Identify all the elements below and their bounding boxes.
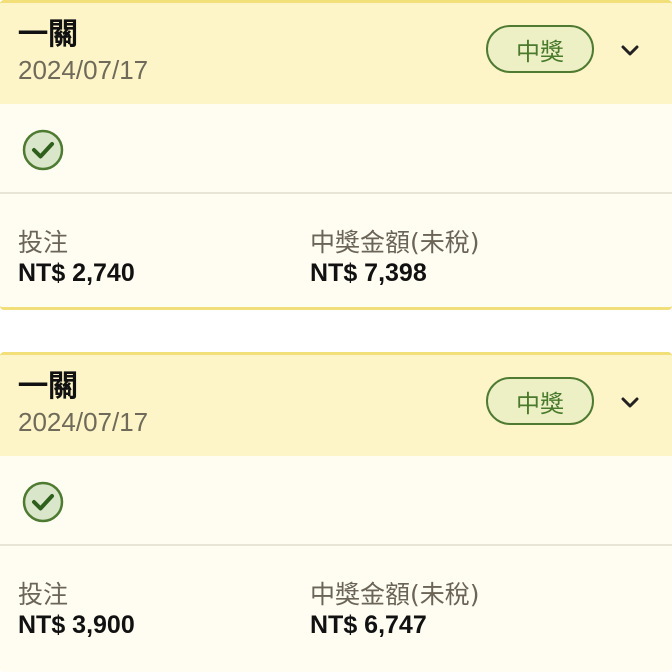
payout-value: NT$ 7,398 xyxy=(310,259,427,287)
ticket-card: 一關 2024/07/17 中獎 投注 NT$ 2,740 中獎金額(未稅) N… xyxy=(0,0,672,310)
ticket-header[interactable]: 一關 2024/07/17 中獎 xyxy=(0,355,672,456)
check-circle-icon xyxy=(22,481,64,523)
status-badge: 中獎 xyxy=(486,25,594,73)
ticket-date: 2024/07/17 xyxy=(18,407,149,437)
ticket-header[interactable]: 一關 2024/07/17 中獎 xyxy=(0,3,672,104)
check-circle-icon xyxy=(22,129,64,171)
ticket-status-row xyxy=(0,456,672,546)
payout-label: 中獎金額(未稅) xyxy=(310,228,480,257)
chevron-down-icon[interactable] xyxy=(618,39,642,63)
stake-label: 投注 xyxy=(18,580,69,609)
ticket-title: 一關 xyxy=(18,369,78,404)
stake-value: NT$ 3,900 xyxy=(18,611,135,639)
ticket-amounts: 投注 NT$ 3,900 中獎金額(未稅) NT$ 6,747 xyxy=(0,546,672,658)
stake-value: NT$ 2,740 xyxy=(18,259,135,287)
ticket-card: 一關 2024/07/17 中獎 投注 NT$ 3,900 中獎金額(未稅) N… xyxy=(0,352,672,672)
stake-label: 投注 xyxy=(18,228,69,257)
ticket-amounts: 投注 NT$ 2,740 中獎金額(未稅) NT$ 7,398 xyxy=(0,194,672,306)
ticket-status-row xyxy=(0,104,672,194)
status-badge: 中獎 xyxy=(486,377,594,425)
chevron-down-icon[interactable] xyxy=(618,391,642,415)
ticket-date: 2024/07/17 xyxy=(18,55,149,85)
payout-label: 中獎金額(未稅) xyxy=(310,580,480,609)
payout-value: NT$ 6,747 xyxy=(310,611,427,639)
ticket-title: 一關 xyxy=(18,17,78,52)
